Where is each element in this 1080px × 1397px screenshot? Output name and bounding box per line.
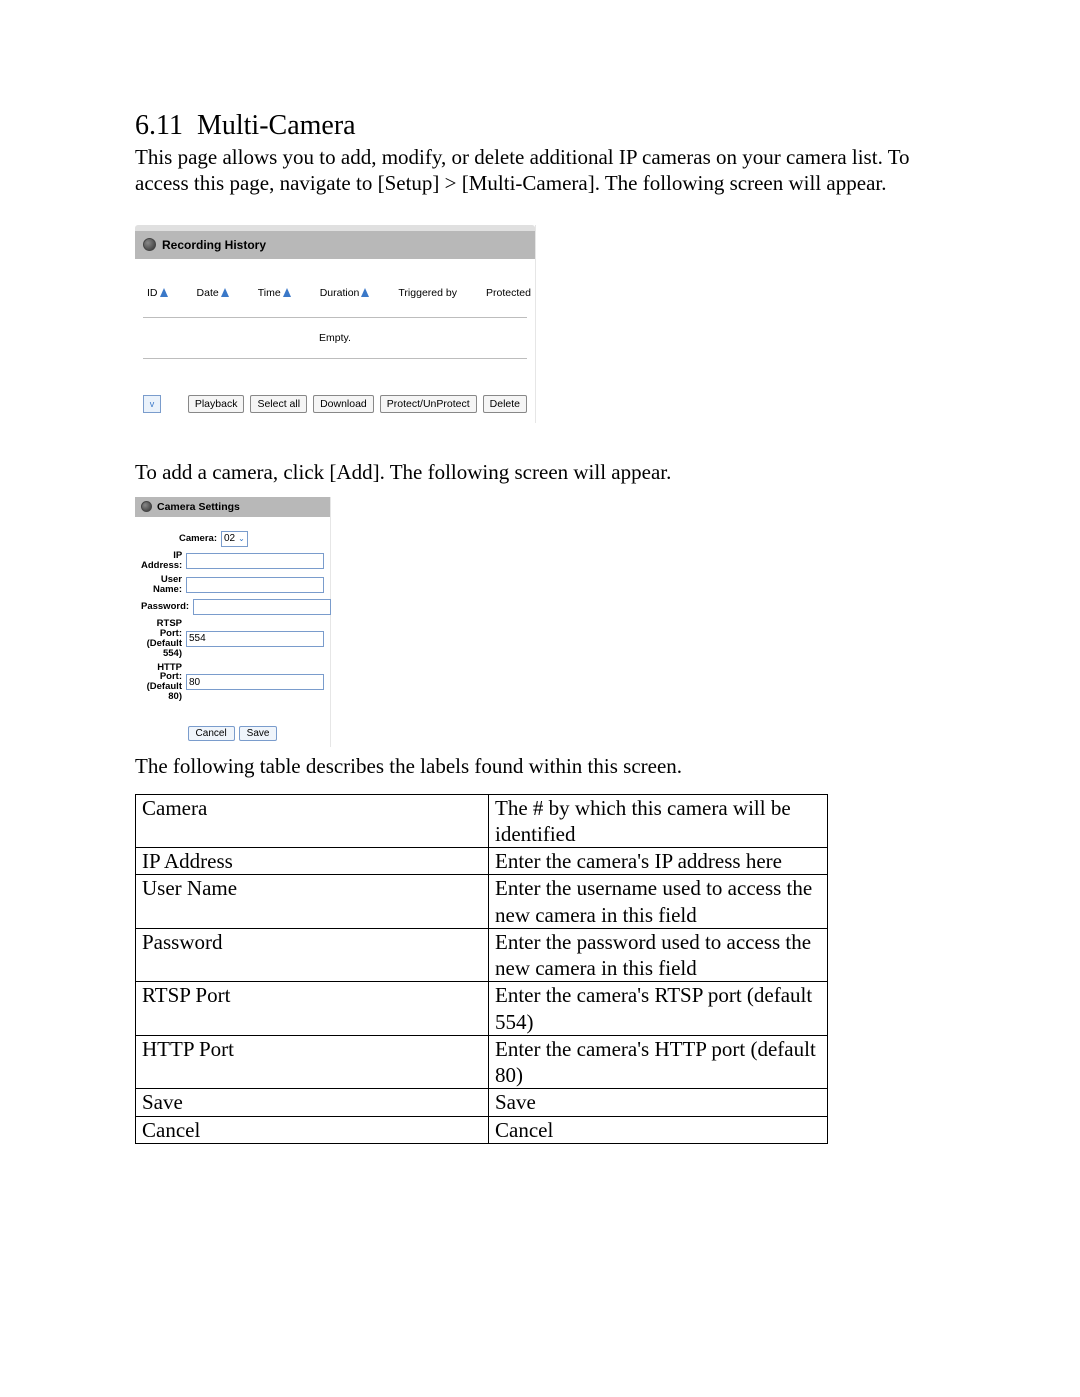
- save-button[interactable]: Save: [239, 726, 278, 741]
- desc-text: Enter the password used to access the ne…: [489, 928, 828, 982]
- desc-text: The # by which this camera will be ident…: [489, 794, 828, 848]
- chevron-down-icon: ⌄: [238, 534, 245, 543]
- http-input[interactable]: [186, 674, 324, 690]
- download-button[interactable]: Download: [313, 395, 374, 413]
- table-row: RTSP PortEnter the camera's RTSP port (d…: [136, 982, 828, 1036]
- camera-settings-title: Camera Settings: [157, 501, 240, 513]
- camera-settings-body: Camera: 02 ⌄ IP Address: User Name: Pass…: [135, 517, 330, 713]
- section-title-text: Multi-Camera: [197, 110, 356, 141]
- http-row: HTTP Port: (Default 80): [141, 663, 324, 703]
- user-row: User Name:: [141, 575, 324, 595]
- col-time[interactable]: Time: [258, 287, 291, 299]
- desc-label: User Name: [136, 875, 489, 929]
- recording-empty-row: Empty.: [143, 317, 527, 359]
- recording-history-body: ID Date Time Duration Triggered by: [135, 259, 535, 367]
- desc-label: Cancel: [136, 1116, 489, 1143]
- recording-history-title: Recording History: [162, 238, 266, 252]
- camera-settings-footer: Cancel Save: [135, 712, 330, 747]
- camera-settings-panel: Camera Settings Camera: 02 ⌄ IP Address:…: [135, 497, 331, 748]
- camera-label: Camera:: [141, 534, 221, 544]
- rtsp-label: RTSP Port: (Default 554): [141, 619, 186, 659]
- recording-history-header: Recording History: [135, 231, 535, 259]
- col-triggered-label: Triggered by: [398, 287, 457, 299]
- playback-button[interactable]: Playback: [188, 395, 245, 413]
- col-duration[interactable]: Duration: [320, 287, 370, 299]
- table-intro: The following table describes the labels…: [135, 753, 945, 779]
- camera-row: Camera: 02 ⌄: [141, 531, 324, 547]
- col-id-label: ID: [147, 287, 158, 299]
- panel-bullet-icon: [143, 238, 156, 251]
- rtsp-input[interactable]: [186, 631, 324, 647]
- pass-label: Password:: [141, 602, 193, 612]
- table-row: HTTP PortEnter the camera's HTTP port (d…: [136, 1035, 828, 1089]
- col-time-label: Time: [258, 287, 281, 299]
- sort-up-icon: [160, 288, 168, 297]
- page-dropdown[interactable]: v: [143, 395, 161, 413]
- desc-text: Cancel: [489, 1116, 828, 1143]
- recording-footer: v Playback Select all Download Protect/U…: [135, 367, 535, 423]
- desc-label: RTSP Port: [136, 982, 489, 1036]
- desc-label: Camera: [136, 794, 489, 848]
- http-label: HTTP Port: (Default 80): [141, 663, 186, 703]
- desc-label: HTTP Port: [136, 1035, 489, 1089]
- rtsp-row: RTSP Port: (Default 554): [141, 619, 324, 659]
- protect-button[interactable]: Protect/UnProtect: [380, 395, 477, 413]
- chevron-down-icon: v: [150, 399, 155, 409]
- desc-text: Enter the camera's IP address here: [489, 848, 828, 875]
- section-number: 6.11: [135, 110, 183, 141]
- col-triggered[interactable]: Triggered by: [398, 287, 457, 299]
- desc-text: Enter the username used to access the ne…: [489, 875, 828, 929]
- recording-columns-row: ID Date Time Duration Triggered by: [143, 287, 535, 299]
- col-id[interactable]: ID: [147, 287, 168, 299]
- camera-settings-header: Camera Settings: [135, 497, 330, 517]
- delete-button[interactable]: Delete: [483, 395, 527, 413]
- mid-paragraph: To add a camera, click [Add]. The follow…: [135, 459, 945, 485]
- table-row: PasswordEnter the password used to acces…: [136, 928, 828, 982]
- user-input[interactable]: [186, 577, 324, 593]
- table-row: SaveSave: [136, 1089, 828, 1116]
- description-table: CameraThe # by which this camera will be…: [135, 794, 828, 1144]
- col-protected-label: Protected: [486, 287, 531, 299]
- col-duration-label: Duration: [320, 287, 360, 299]
- section-heading: 6.11 Multi-Camera: [135, 110, 945, 142]
- table-row: User NameEnter the username used to acce…: [136, 875, 828, 929]
- ip-label: IP Address:: [141, 551, 186, 571]
- col-date[interactable]: Date: [197, 287, 229, 299]
- intro-paragraph: This page allows you to add, modify, or …: [135, 144, 945, 197]
- pass-row: Password:: [141, 599, 324, 615]
- desc-text: Enter the camera's RTSP port (default 55…: [489, 982, 828, 1036]
- table-row: CameraThe # by which this camera will be…: [136, 794, 828, 848]
- recording-buttons: Playback Select all Download Protect/UnP…: [188, 395, 527, 413]
- recording-history-panel: Recording History ID Date Time Duration: [135, 225, 536, 423]
- ip-input[interactable]: [186, 553, 324, 569]
- sort-up-icon: [221, 288, 229, 297]
- sort-up-icon: [361, 288, 369, 297]
- panel-bullet-icon: [141, 501, 152, 512]
- col-date-label: Date: [197, 287, 219, 299]
- col-protected[interactable]: Protected: [486, 287, 531, 299]
- desc-text: Save: [489, 1089, 828, 1116]
- camera-select-value: 02: [224, 533, 235, 544]
- desc-label: IP Address: [136, 848, 489, 875]
- pass-input[interactable]: [193, 599, 331, 615]
- camera-select[interactable]: 02 ⌄: [221, 531, 248, 547]
- table-row: IP AddressEnter the camera's IP address …: [136, 848, 828, 875]
- select-all-button[interactable]: Select all: [250, 395, 307, 413]
- desc-label: Save: [136, 1089, 489, 1116]
- desc-label: Password: [136, 928, 489, 982]
- desc-text: Enter the camera's HTTP port (default 80…: [489, 1035, 828, 1089]
- cancel-button[interactable]: Cancel: [188, 726, 235, 741]
- table-row: CancelCancel: [136, 1116, 828, 1143]
- user-label: User Name:: [141, 575, 186, 595]
- ip-row: IP Address:: [141, 551, 324, 571]
- sort-up-icon: [283, 288, 291, 297]
